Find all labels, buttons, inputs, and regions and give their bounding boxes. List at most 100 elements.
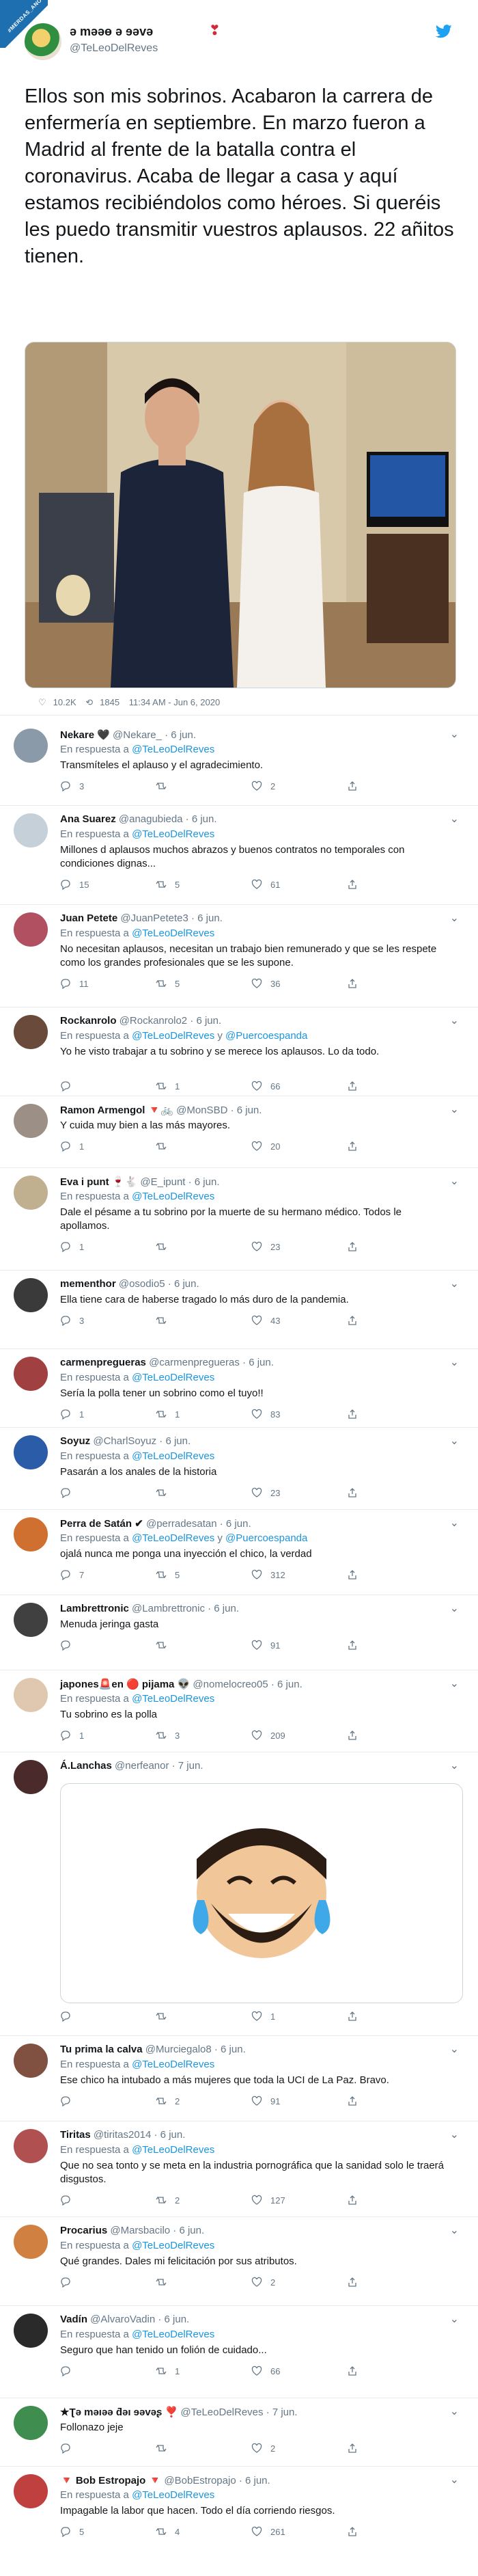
share-button[interactable]	[347, 2526, 358, 2537]
reply-handle[interactable]: @Rockanrolo2 · 6 jun.	[117, 1015, 221, 1027]
reply-handle[interactable]: @carmenpregueras · 6 jun.	[146, 1357, 274, 1368]
retweet-button[interactable]: 5	[156, 1569, 180, 1580]
like-button[interactable]: 209	[251, 1730, 285, 1741]
like-button[interactable]: 91	[251, 2096, 280, 2106]
reply-author-name[interactable]: Perra de Satán ✔	[60, 1518, 143, 1530]
retweet-button[interactable]	[156, 1241, 175, 1252]
reply-handle[interactable]: @nerfeanor · 7 jun.	[112, 1760, 203, 1772]
reply-author-name[interactable]: Ana Suarez	[60, 813, 116, 825]
reply-avatar[interactable]	[14, 2225, 48, 2259]
reply-button[interactable]	[60, 1640, 79, 1651]
reply-author-name[interactable]: carmenpregueras	[60, 1357, 146, 1368]
more-icon[interactable]: ⌄	[450, 1759, 459, 1772]
more-icon[interactable]: ⌄	[450, 1102, 459, 1116]
share-button[interactable]	[347, 1081, 358, 1092]
mention-link[interactable]: @Puercoespanda	[225, 1532, 307, 1544]
share-button[interactable]	[347, 1730, 358, 1741]
retweet-button[interactable]	[156, 1640, 175, 1651]
more-icon[interactable]: ⌄	[450, 2312, 459, 2326]
reply-button[interactable]: 1	[60, 1409, 84, 1420]
share-button[interactable]	[347, 2096, 358, 2106]
reply-author-name[interactable]: Tiritas	[60, 2129, 91, 2141]
retweet-button[interactable]	[156, 781, 175, 791]
reply-button[interactable]: 7	[60, 1569, 84, 1580]
share-button[interactable]	[347, 2365, 358, 2376]
reply-button[interactable]: 3	[60, 1315, 84, 1326]
reply-button[interactable]	[60, 1081, 79, 1092]
more-icon[interactable]: ⌄	[450, 2223, 459, 2237]
share-button[interactable]	[347, 1569, 358, 1580]
more-icon[interactable]: ⌄	[450, 1174, 459, 1188]
mention-link[interactable]: @TeLeoDelReves	[132, 1030, 214, 1042]
reply-author-name[interactable]: Nekare 🖤	[60, 729, 110, 741]
reply-button[interactable]	[60, 2443, 79, 2454]
reply-avatar[interactable]	[14, 1517, 48, 1551]
like-button[interactable]: 36	[251, 978, 280, 989]
mention-link[interactable]: @TeLeoDelReves	[132, 1532, 214, 1544]
mention-link[interactable]: @Puercoespanda	[225, 1030, 307, 1042]
reply-handle[interactable]: @E_ipunt · 6 jun.	[137, 1176, 219, 1188]
reply-handle[interactable]: @osodio5 · 6 jun.	[116, 1278, 199, 1290]
reply-author-name[interactable]: Soyuz	[60, 1435, 90, 1447]
share-button[interactable]	[347, 879, 358, 890]
reply-author-name[interactable]: Eva i punt 🍷🐇	[60, 1176, 137, 1188]
more-icon[interactable]: ⌄	[450, 2404, 459, 2418]
mention-link[interactable]: @TeLeoDelReves	[132, 744, 214, 755]
like-button[interactable]: 127	[251, 2195, 285, 2206]
reply-author-name[interactable]: 🔻 Bob Estropajo 🔻	[60, 2475, 161, 2486]
mention-link[interactable]: @TeLeoDelReves	[132, 1372, 214, 1383]
reply-handle[interactable]: @Murciegalo8 · 6 jun.	[143, 2044, 246, 2055]
reply-button[interactable]	[60, 2096, 79, 2106]
reply-avatar[interactable]	[14, 2406, 48, 2440]
like-button[interactable]: 83	[251, 1409, 280, 1420]
share-button[interactable]	[347, 1640, 358, 1651]
like-button[interactable]: 66	[251, 2365, 280, 2376]
like-button[interactable]: 1	[251, 2011, 275, 2022]
reply-avatar[interactable]	[14, 2474, 48, 2508]
share-button[interactable]	[347, 1409, 358, 1420]
more-icon[interactable]: ⌄	[450, 2042, 459, 2056]
reply-avatar[interactable]	[14, 912, 48, 947]
more-icon[interactable]: ⌄	[450, 1434, 459, 1448]
like-button[interactable]: 23	[251, 1241, 280, 1252]
reply-avatar[interactable]	[14, 1603, 48, 1637]
mention-link[interactable]: @TeLeoDelReves	[132, 2059, 214, 2070]
reply-handle[interactable]: @perradesatan · 6 jun.	[143, 1518, 251, 1530]
more-icon[interactable]: ⌄	[450, 1277, 459, 1290]
reply-handle[interactable]: @TeLeoDelReves · 7 jun.	[178, 2406, 297, 2418]
mention-link[interactable]: @TeLeoDelReves	[132, 2144, 214, 2156]
like-button[interactable]: 20	[251, 1141, 280, 1152]
more-icon[interactable]: ⌄	[450, 727, 459, 741]
reply-author-name[interactable]: Juan Petete	[60, 912, 117, 924]
like-button[interactable]: 2	[251, 2277, 275, 2288]
like-button[interactable]: 261	[251, 2526, 285, 2537]
retweet-icon[interactable]: ⟲	[85, 697, 93, 707]
reply-button[interactable]: 1	[60, 1141, 84, 1152]
author-handle[interactable]: @TeLeoDelReves	[70, 42, 158, 55]
more-icon[interactable]: ⌄	[450, 812, 459, 826]
reply-author-name[interactable]: ★Ʈə məıəə ƌəı ɘəvəʂ ❣️	[60, 2406, 178, 2418]
media-card[interactable]	[60, 1783, 463, 2003]
like-button[interactable]: 23	[251, 1487, 280, 1498]
reply-author-name[interactable]: Vadín	[60, 2314, 87, 2325]
mention-link[interactable]: @TeLeoDelReves	[132, 2329, 214, 2340]
retweet-button[interactable]: 1	[156, 2365, 180, 2376]
retweet-button[interactable]: 5	[156, 978, 180, 989]
reply-avatar[interactable]	[14, 1104, 48, 1138]
share-button[interactable]	[347, 2443, 358, 2454]
reply-handle[interactable]: @Marsbacilo · 6 jun.	[107, 2225, 204, 2236]
retweet-button[interactable]: 2	[156, 2096, 180, 2106]
more-icon[interactable]: ⌄	[450, 1355, 459, 1369]
reply-author-name[interactable]: Á.Lanchas	[60, 1760, 112, 1772]
reply-handle[interactable]: @anagubieda · 6 jun.	[116, 813, 217, 825]
mention-link[interactable]: @TeLeoDelReves	[132, 828, 214, 840]
reply-handle[interactable]: @JuanPetete3 · 6 jun.	[117, 912, 223, 924]
reply-handle[interactable]: @AlvaroVadin · 6 jun.	[87, 2314, 189, 2325]
reply-handle[interactable]: @CharlSoyuz · 6 jun.	[90, 1435, 191, 1447]
reply-avatar[interactable]	[14, 1357, 48, 1391]
mention-link[interactable]: @TeLeoDelReves	[132, 2240, 214, 2251]
retweet-button[interactable]: 5	[156, 879, 180, 890]
retweet-button[interactable]: 1	[156, 1409, 180, 1420]
share-button[interactable]	[347, 781, 358, 791]
mention-link[interactable]: @TeLeoDelReves	[132, 1450, 214, 1462]
